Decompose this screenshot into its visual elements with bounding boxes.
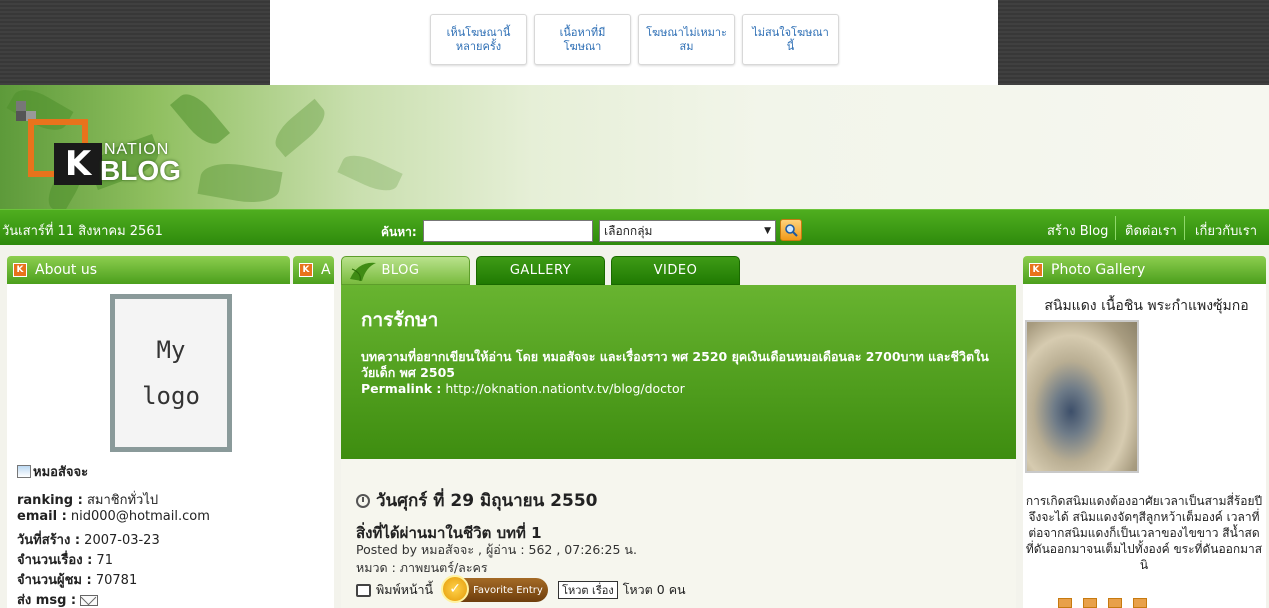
stat-viewers: จำนวนผู้ชม : 70781	[17, 573, 138, 588]
blog-title: การรักษา	[361, 309, 439, 331]
stat-created: วันที่สร้าง : 2007-03-23	[17, 533, 160, 548]
search-label: ค้นหา:	[381, 225, 417, 239]
header-banner	[0, 85, 1269, 209]
entry-actions: พิมพ์หน้านี้ ✓ Favorite Entry โหวต เรื่อ…	[356, 575, 686, 603]
ad-option-content[interactable]: เนื้อหาที่มีโฆษณา	[534, 14, 631, 65]
k-icon: K	[299, 263, 313, 277]
stat-email: email : nid000@hotmail.com	[17, 509, 210, 524]
entry-date: วันศุกร์ ที่ 29 มิถุนายน 2550	[356, 487, 597, 514]
gallery-page-dot[interactable]	[1133, 598, 1147, 608]
nav-create-blog[interactable]: สร้าง Blog	[1047, 220, 1108, 241]
favorite-entry-button[interactable]: ✓ Favorite Entry	[441, 575, 549, 603]
ad-feedback-area	[270, 0, 998, 85]
blog-entry: วันศุกร์ ที่ 29 มิถุนายน 2550 สิ่งที่ได้…	[341, 459, 1016, 608]
vote-button[interactable]: โหวต เรื่อง	[558, 581, 618, 599]
about-us-header: K About us	[7, 256, 290, 284]
page: เห็นโฆษณานี้หลายครั้ง เนื้อหาที่มีโฆษณา …	[0, 0, 1269, 608]
about-us-title: About us	[35, 262, 98, 278]
k-icon: K	[1029, 263, 1043, 277]
permalink-url[interactable]: http://oknation.nationtv.tv/blog/doctor	[441, 381, 684, 396]
clock-icon	[356, 493, 370, 508]
nav-about[interactable]: เกี่ยวกับเรา	[1195, 220, 1257, 241]
ad-option-inappropriate[interactable]: โฆษณาไม่เหมาะสม	[638, 14, 735, 65]
site-logo[interactable]: K NATION BLOG	[16, 101, 186, 191]
gallery-photo[interactable]	[1025, 320, 1139, 473]
vote-count: โหวต 0 คน	[622, 582, 686, 597]
printer-icon[interactable]	[356, 583, 371, 597]
avatar: My logo	[110, 294, 232, 452]
gallery-page-dot[interactable]	[1083, 598, 1097, 608]
group-select[interactable]: เลือกกลุ่ม ▼	[599, 220, 776, 242]
ad-option-seen-often[interactable]: เห็นโฆษณานี้หลายครั้ง	[430, 14, 527, 65]
nav-contact[interactable]: ติดต่อเรา	[1125, 220, 1177, 241]
current-date: วันเสาร์ที่ 11 สิงหาคม 2561	[2, 224, 163, 239]
chevron-down-icon: ▼	[764, 226, 771, 236]
logo-k: K	[54, 143, 102, 185]
print-link[interactable]: พิมพ์หน้านี้	[376, 580, 433, 600]
ad-option-not-interested[interactable]: ไม่สนใจโฆษณานี้	[742, 14, 839, 65]
entry-meta: Posted by หมอสัจจะ , ผู้อ่าน : 562 , 07:…	[356, 542, 637, 557]
stat-entries: จำนวนเรื่อง : 71	[17, 553, 113, 568]
search-icon	[785, 224, 798, 237]
tab-gallery[interactable]: GALLERY	[476, 256, 605, 285]
group-select-value: เลือกกลุ่ม	[604, 223, 653, 238]
photo-gallery-header: K Photo Gallery	[1023, 256, 1266, 284]
blog-description: บทความที่อยากเขียนให้อ่าน โดย หมอสัจจะ แ…	[361, 349, 989, 380]
tab-blog[interactable]: BLOG	[341, 256, 470, 285]
photo-title[interactable]: สนิมแดง เนื้อชิน พระกำแพงซุ้มกอ	[1024, 295, 1269, 317]
search-button[interactable]	[780, 219, 802, 241]
search-input[interactable]	[423, 220, 593, 242]
nav-divider	[1115, 216, 1116, 240]
about-us-header-2: K A	[293, 256, 334, 284]
photo-caption: การเกิดสนิมแดงต้องอาศัยเวลาเป็นสามสี่ร้อ…	[1025, 494, 1263, 572]
nav-divider	[1184, 216, 1185, 240]
gallery-page-dot[interactable]	[1108, 598, 1122, 608]
stat-ranking: ranking : สมาชิกทั่วไป	[17, 493, 159, 508]
logo-blog: BLOG	[100, 155, 181, 186]
username[interactable]: หมอสัจจะ	[17, 461, 88, 482]
user-image-icon	[17, 465, 31, 478]
about-us-title-2: A	[321, 262, 331, 278]
entry-category: หมวด : ภาพยนตร์/ละคร	[356, 560, 488, 575]
k-icon: K	[13, 263, 27, 277]
tab-video[interactable]: VIDEO	[611, 256, 740, 285]
nav-bar: วันเสาร์ที่ 11 สิงหาคม 2561 ค้นหา: เลือก…	[0, 209, 1269, 245]
photo-gallery-title: Photo Gallery	[1051, 262, 1146, 278]
leaf-icon	[350, 262, 376, 282]
stat-send-msg: ส่ง msg :	[17, 589, 99, 608]
mail-icon[interactable]	[80, 595, 99, 606]
blog-header: การรักษา บทความที่อยากเขียนให้อ่าน โดย ห…	[341, 285, 1016, 459]
gallery-page-dot[interactable]	[1058, 598, 1072, 608]
permalink: Permalink : http://oknation.nationtv.tv/…	[361, 381, 685, 396]
checkmark-icon: ✓	[441, 575, 470, 603]
